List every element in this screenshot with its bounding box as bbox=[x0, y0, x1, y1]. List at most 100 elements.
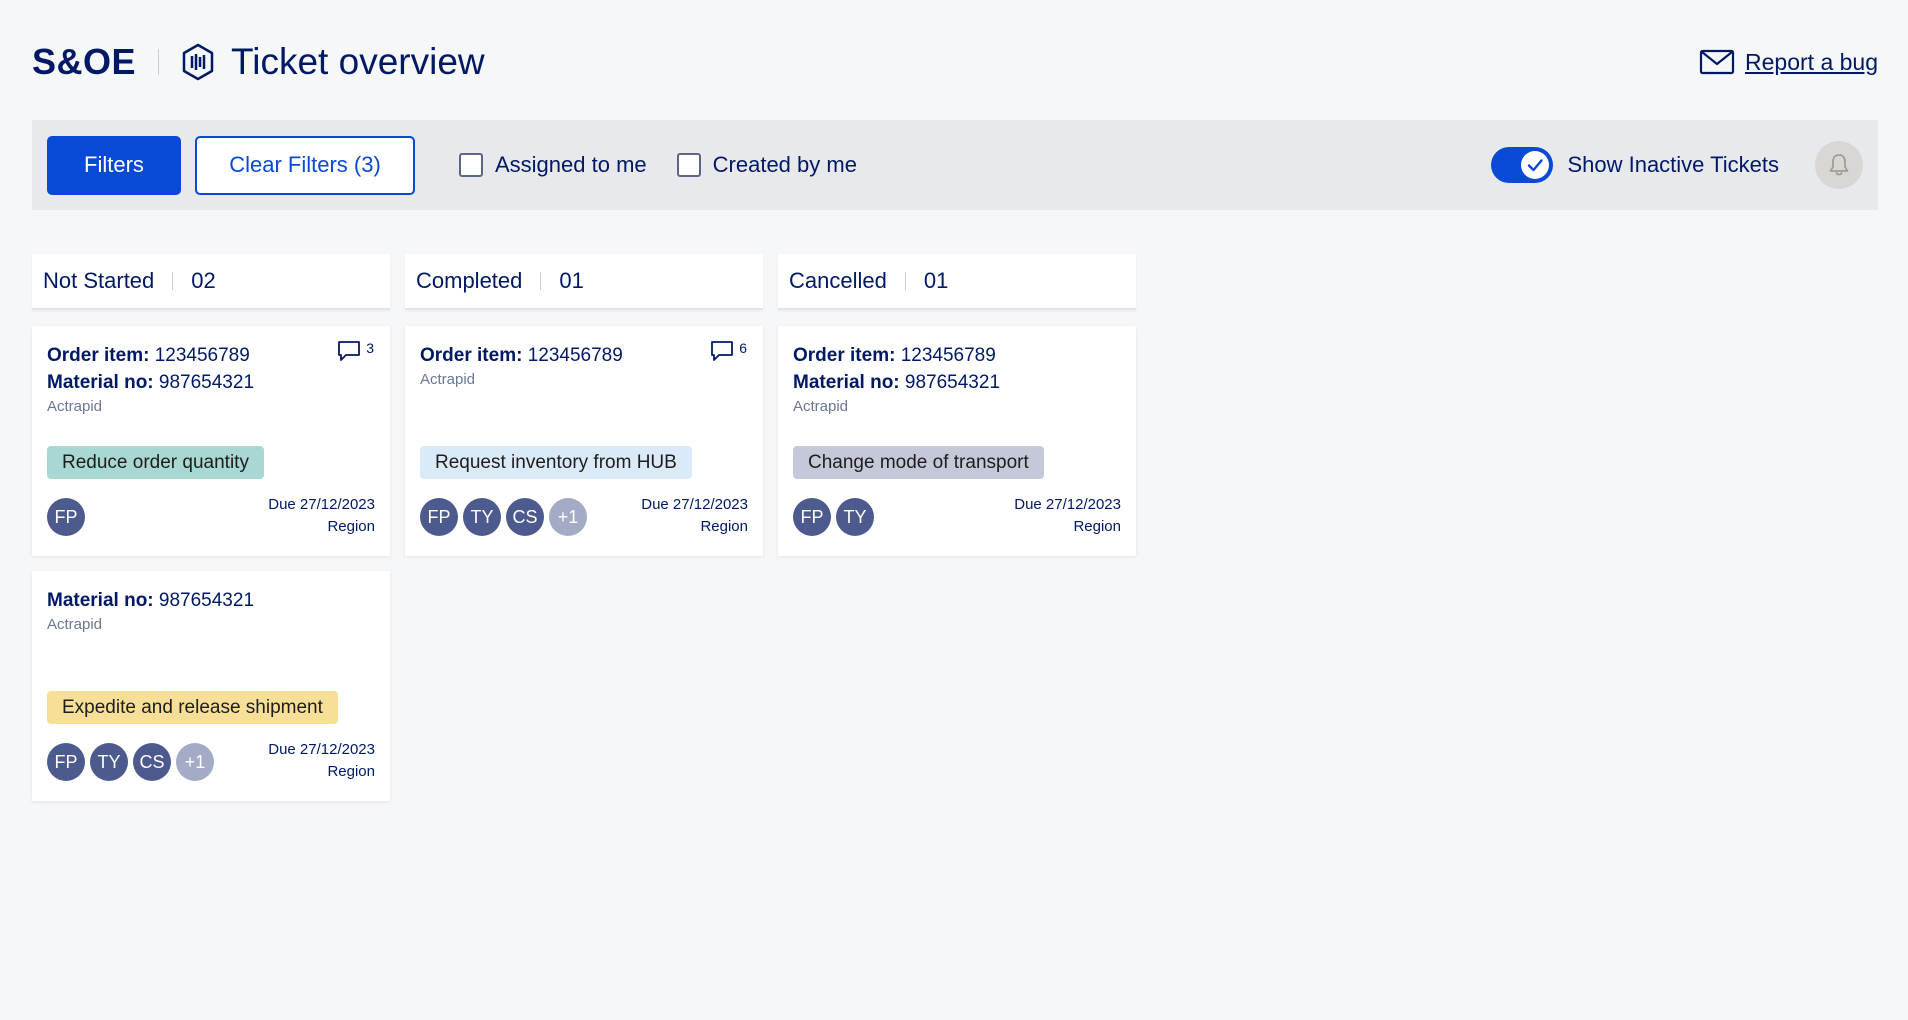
avatar: FP bbox=[420, 498, 458, 536]
material-label: Material no: bbox=[793, 372, 900, 393]
due-date: Due 27/12/2023 bbox=[1014, 496, 1121, 513]
ticket-card[interactable]: Order item: 123456789 Material no: 98765… bbox=[32, 326, 390, 556]
column-completed: Completed 01 Order item: 123456789 Actra… bbox=[405, 254, 763, 556]
comment-icon bbox=[338, 341, 361, 361]
region-label: Region bbox=[1073, 518, 1121, 535]
ticket-card[interactable]: Order item: 123456789 Material no: 98765… bbox=[778, 326, 1136, 556]
order-item-line: Order item: 123456789 bbox=[47, 342, 375, 369]
avatar: FP bbox=[47, 498, 85, 536]
mail-icon bbox=[1699, 48, 1735, 76]
material-line: Material no: 987654321 bbox=[793, 369, 1121, 396]
ticket-card[interactable]: Material no: 987654321 Actrapid Expedite… bbox=[32, 571, 390, 801]
comment-count-value: 6 bbox=[739, 340, 747, 356]
comment-count-value: 3 bbox=[366, 340, 374, 356]
avatar: CS bbox=[506, 498, 544, 536]
column-count: 01 bbox=[923, 268, 949, 293]
avatar: TY bbox=[90, 743, 128, 781]
avatar: TY bbox=[836, 498, 874, 536]
material-label: Material no: bbox=[47, 372, 154, 393]
region-label: Region bbox=[700, 518, 748, 535]
assigned-to-me-checkbox[interactable]: Assigned to me bbox=[459, 152, 647, 178]
region-label: Region bbox=[327, 763, 375, 780]
column-title: Cancelled bbox=[789, 268, 887, 293]
action-tag: Change mode of transport bbox=[793, 446, 1044, 479]
created-by-me-checkbox[interactable]: Created by me bbox=[676, 152, 857, 178]
column-count: 01 bbox=[559, 268, 584, 293]
order-item-value: 123456789 bbox=[900, 345, 996, 366]
due-info: Due 27/12/2023 Region bbox=[1014, 494, 1121, 538]
assignee-avatars: FP bbox=[47, 498, 90, 536]
show-inactive-toggle[interactable] bbox=[1491, 147, 1554, 183]
page-title: Ticket overview bbox=[231, 41, 485, 82]
order-item-label: Order item: bbox=[793, 345, 896, 366]
material-label: Material no: bbox=[47, 590, 154, 611]
due-date: Due 27/12/2023 bbox=[268, 496, 375, 513]
order-item-value: 123456789 bbox=[154, 345, 250, 366]
comment-count[interactable]: 6 bbox=[710, 340, 747, 362]
column-header: Not Started 02 bbox=[32, 254, 390, 310]
material-value: 987654321 bbox=[904, 372, 1001, 393]
brand-logo: S&OE bbox=[32, 41, 137, 82]
assignee-avatars: FP TY CS +1 bbox=[420, 498, 592, 536]
product-name: Actrapid bbox=[47, 398, 103, 415]
product-name: Actrapid bbox=[47, 616, 103, 633]
created-by-me-label: Created by me bbox=[712, 152, 857, 177]
due-info: Due 27/12/2023 Region bbox=[268, 494, 375, 538]
due-date: Due 27/12/2023 bbox=[641, 496, 748, 513]
checkbox-box[interactable] bbox=[676, 153, 701, 177]
column-divider bbox=[540, 272, 542, 290]
order-item-label: Order item: bbox=[47, 345, 150, 366]
column-divider bbox=[904, 272, 906, 290]
avatar: TY bbox=[463, 498, 501, 536]
hexagon-chart-icon bbox=[181, 43, 217, 81]
notifications-button[interactable] bbox=[1815, 141, 1863, 189]
column-title: Completed bbox=[416, 268, 523, 293]
checkmark-icon bbox=[1528, 159, 1544, 172]
column-not-started: Not Started 02 Order item: 123456789 Mat… bbox=[32, 254, 390, 801]
avatar: CS bbox=[133, 743, 171, 781]
action-tag: Reduce order quantity bbox=[47, 446, 264, 479]
order-item-label: Order item: bbox=[420, 345, 523, 366]
due-date: Due 27/12/2023 bbox=[268, 741, 375, 758]
report-bug-label: Report a bug bbox=[1745, 48, 1878, 75]
action-tag: Expedite and release shipment bbox=[47, 691, 338, 724]
column-header: Completed 01 bbox=[405, 254, 763, 310]
column-count: 02 bbox=[191, 268, 216, 293]
comment-icon bbox=[711, 341, 734, 361]
avatar: FP bbox=[793, 498, 831, 536]
page-header: S&OE Ticket overview Report a bug bbox=[32, 40, 1878, 84]
material-value: 987654321 bbox=[158, 372, 255, 393]
checkbox-box[interactable] bbox=[459, 153, 483, 177]
bell-icon bbox=[1829, 154, 1849, 176]
filters-button[interactable]: Filters bbox=[47, 135, 181, 195]
order-item-value: 123456789 bbox=[527, 345, 623, 366]
avatar-overflow[interactable]: +1 bbox=[176, 743, 214, 781]
column-divider bbox=[172, 272, 174, 290]
avatar: FP bbox=[47, 743, 85, 781]
avatar-overflow[interactable]: +1 bbox=[549, 498, 587, 536]
column-header: Cancelled 01 bbox=[778, 254, 1136, 310]
column-title: Not Started bbox=[43, 268, 155, 293]
due-info: Due 27/12/2023 Region bbox=[268, 739, 375, 783]
show-inactive-label: Show Inactive Tickets bbox=[1567, 152, 1779, 177]
material-line: Material no: 987654321 bbox=[47, 587, 375, 614]
show-inactive-toggle-group: Show Inactive Tickets bbox=[1491, 141, 1863, 189]
order-item-line: Order item: 123456789 bbox=[420, 342, 748, 369]
comment-count[interactable]: 3 bbox=[337, 340, 374, 362]
region-label: Region bbox=[327, 518, 375, 535]
material-line: Material no: 987654321 bbox=[47, 369, 375, 396]
product-name: Actrapid bbox=[420, 371, 476, 388]
filter-toolbar: Filters Clear Filters (3) Assigned to me… bbox=[32, 120, 1878, 210]
ticket-card[interactable]: Order item: 123456789 Actrapid 6 Request… bbox=[405, 326, 763, 556]
assignee-avatars: FP TY bbox=[793, 498, 879, 536]
toggle-knob bbox=[1521, 151, 1550, 179]
due-info: Due 27/12/2023 Region bbox=[641, 494, 748, 538]
column-cancelled: Cancelled 01 Order item: 123456789 Mater… bbox=[778, 254, 1136, 556]
material-value: 987654321 bbox=[158, 590, 255, 611]
order-item-line: Order item: 123456789 bbox=[793, 342, 1121, 369]
assigned-to-me-label: Assigned to me bbox=[495, 152, 647, 177]
clear-filters-button[interactable]: Clear Filters (3) bbox=[195, 135, 415, 195]
product-name: Actrapid bbox=[793, 398, 849, 415]
assignee-avatars: FP TY CS +1 bbox=[47, 743, 219, 781]
report-bug-link[interactable]: Report a bug bbox=[1699, 48, 1878, 76]
